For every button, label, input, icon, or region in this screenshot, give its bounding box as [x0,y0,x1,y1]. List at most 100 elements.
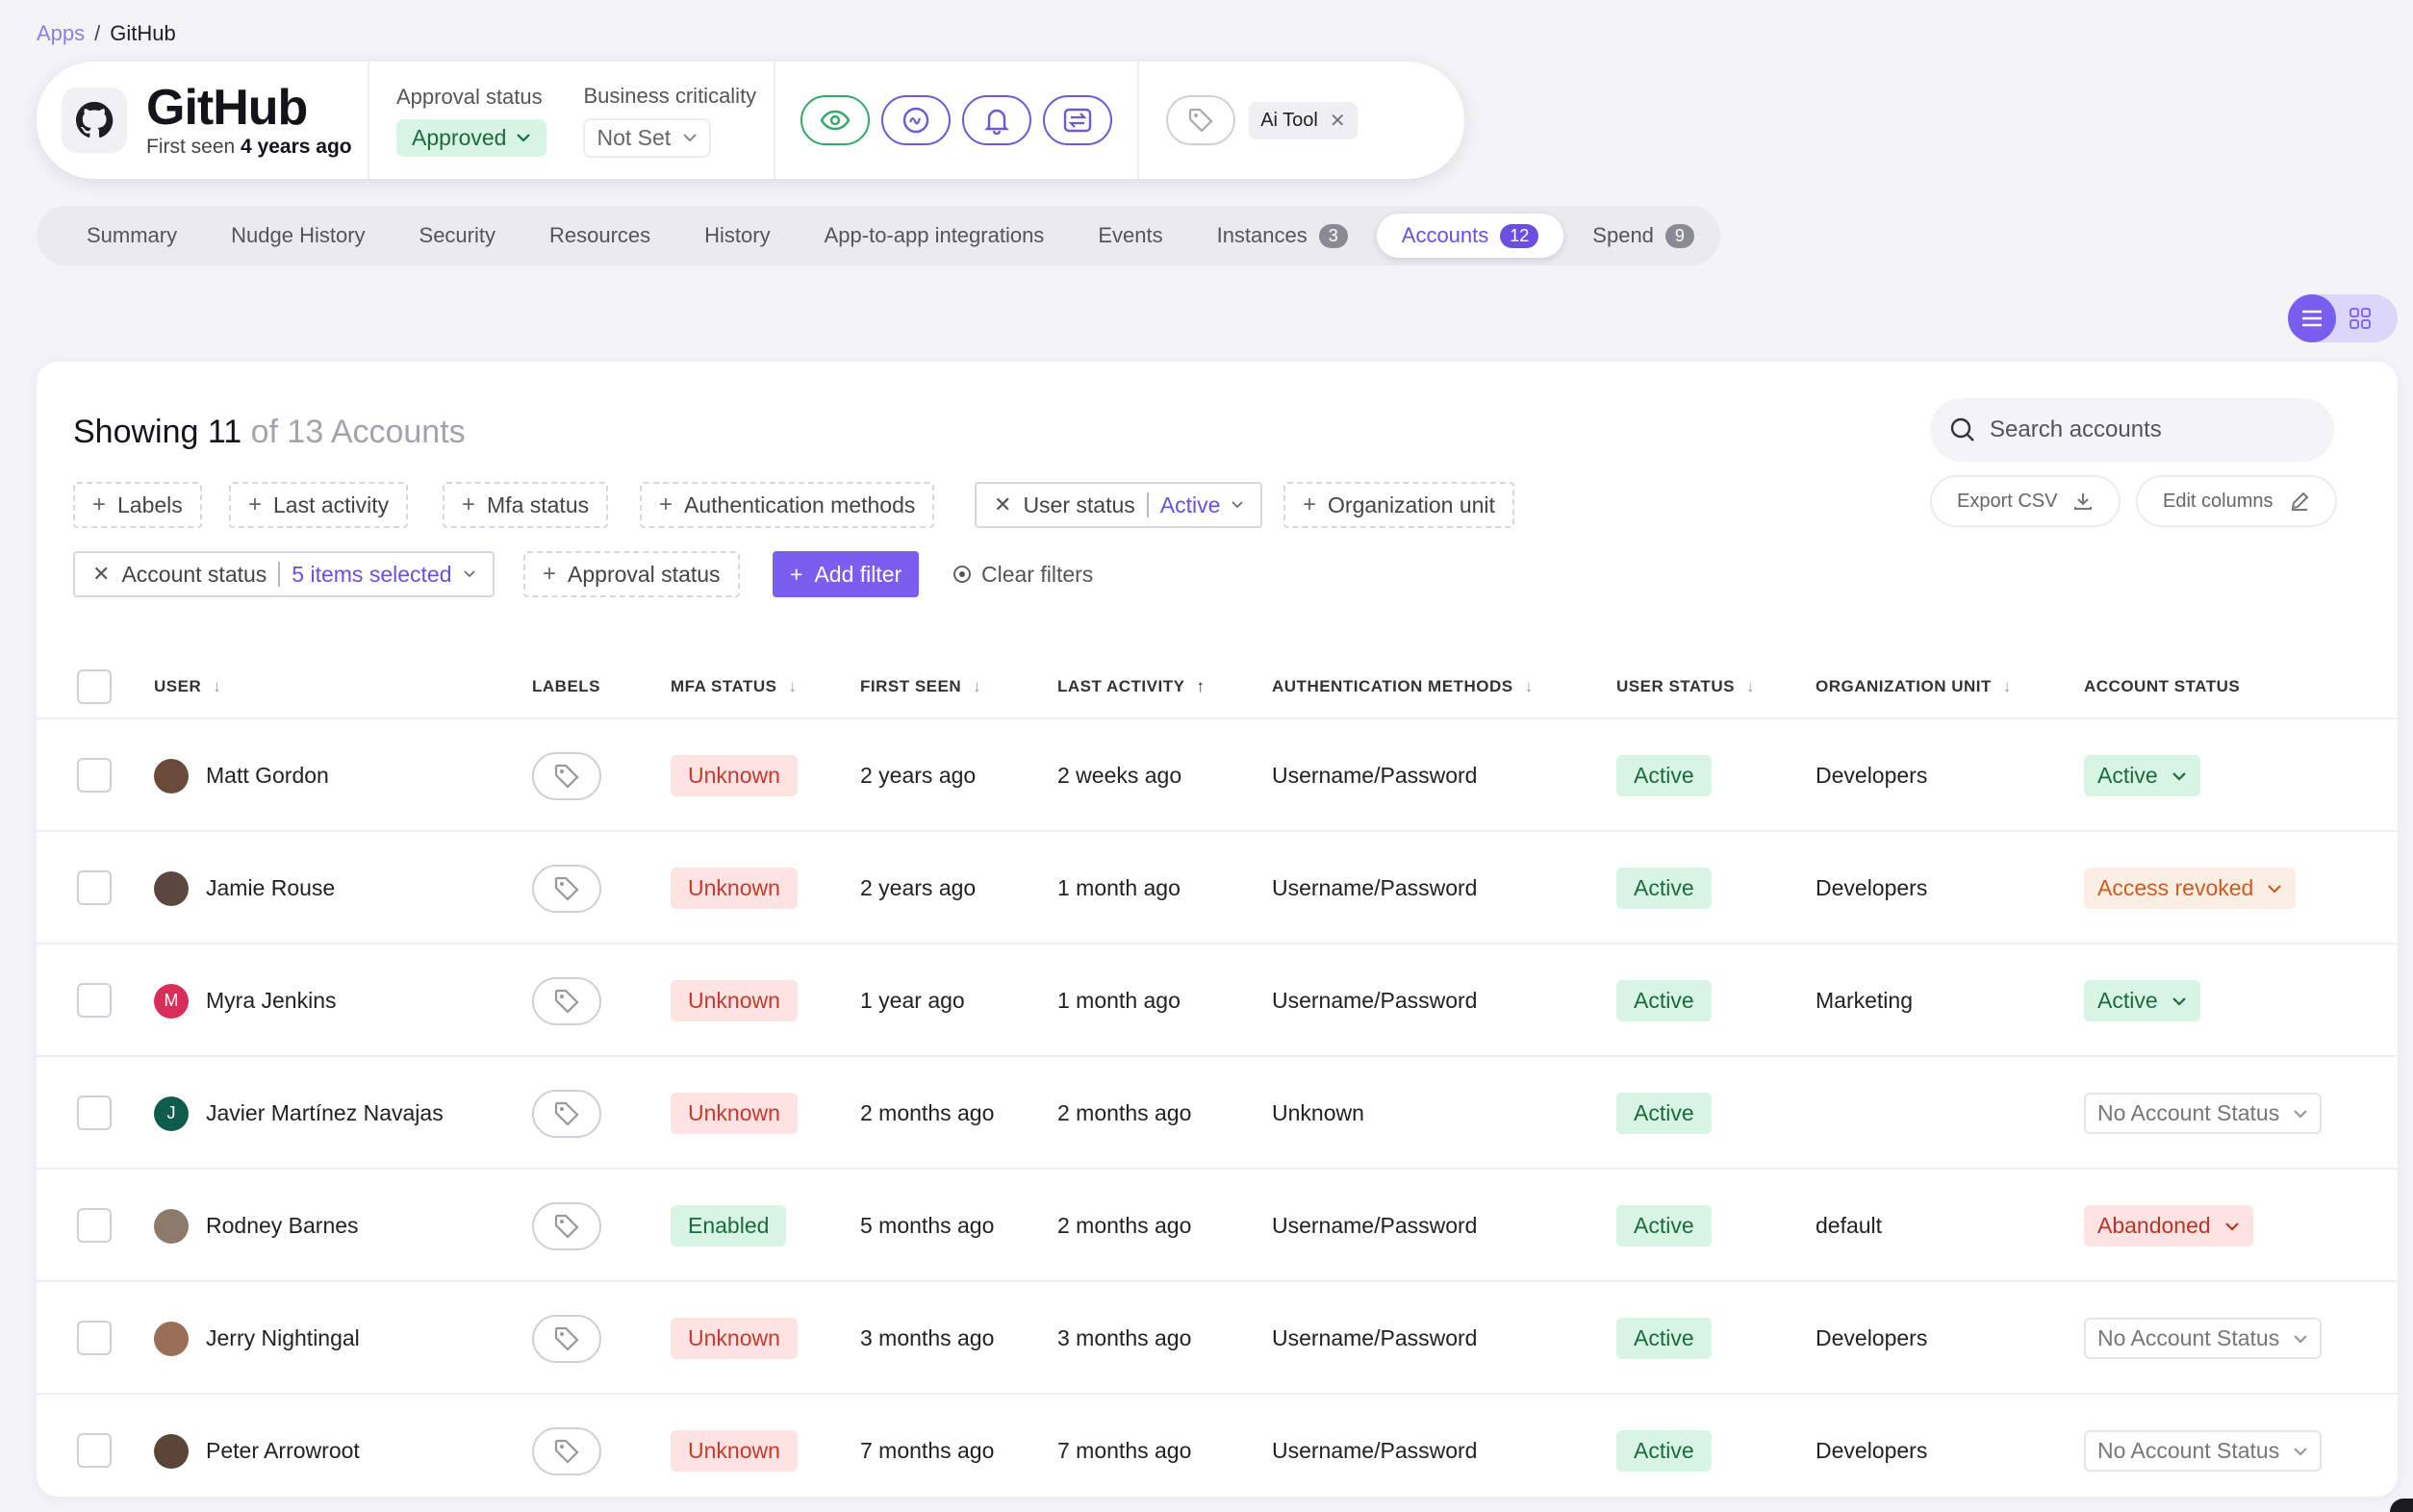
column-label: LAST ACTIVITY [1057,677,1185,695]
tab-nudge-history[interactable]: Nudge History [206,214,390,258]
user-name[interactable]: Myra Jenkins [206,988,336,1014]
account-status-dropdown[interactable]: Active [2084,980,2200,1021]
filter-labels[interactable]: + Labels [73,482,202,528]
row-checkbox[interactable] [77,1433,112,1468]
tab-instances[interactable]: Instances 3 [1192,214,1373,258]
remove-filter-icon[interactable]: ✕ [994,492,1011,517]
clear-filters-button[interactable]: Clear filters [952,551,1093,597]
filter-approval-status[interactable]: + Approval status [523,551,740,597]
approval-status-dropdown[interactable]: Approved [396,118,547,157]
account-status-dropdown[interactable]: No Account Status [2084,1430,2323,1472]
edit-columns-button[interactable]: Edit columns [2136,475,2337,527]
add-label-button[interactable] [532,1426,601,1475]
select-all-checkbox[interactable] [77,669,112,704]
watch-button[interactable] [800,95,871,145]
column-label: LABELS [532,677,600,695]
user-status-cell: Active [1616,719,1712,832]
tab-security[interactable]: Security [394,214,521,258]
add-label-button[interactable] [532,1314,601,1363]
table-row[interactable]: Rodney Barnes Enabled 5 months ago 2 months… [37,1170,2398,1282]
account-status-dropdown[interactable]: No Account Status [2084,1093,2323,1134]
table-row[interactable]: M Myra Jenkins Unknown 1 year ago 1 month ag… [37,945,2398,1057]
remove-filter-icon[interactable]: ✕ [92,562,110,587]
tab-spend[interactable]: Spend 9 [1567,214,1719,258]
notify-button[interactable] [962,95,1032,145]
account-status-dropdown[interactable]: Access revoked [2084,868,2297,909]
tab-label: Summary [87,223,178,247]
mfa-cell: Unknown [671,1057,798,1170]
row-checkbox[interactable] [77,1208,112,1243]
row-checkbox[interactable] [77,983,112,1018]
sync-icon [1063,108,1092,133]
showing-prefix: Showing [73,414,199,450]
filter-label: Mfa status [487,491,590,517]
plus-icon: + [790,561,803,587]
user-status-badge: Active [1616,1205,1712,1247]
table-row[interactable]: Peter Arrowroot Unknown 7 months ago 7 mont… [37,1395,2398,1497]
labels-cell [532,719,601,832]
tab-app-integrations[interactable]: App-to-app integrations [800,214,1070,258]
account-status-dropdown[interactable]: Active [2084,755,2200,796]
add-label-button[interactable] [532,1201,601,1250]
row-checkbox[interactable] [77,1096,112,1130]
filter-org-unit[interactable]: + Organization unit [1283,482,1514,528]
add-label-button[interactable] [532,864,601,913]
filter-auth-methods[interactable]: + Authentication methods [640,482,935,528]
user-name[interactable]: Peter Arrowroot [206,1438,360,1464]
column-header-auth[interactable]: AUTHENTICATION METHODS ↓ [1272,677,1534,696]
user-status-cell: Active [1616,945,1712,1057]
tag-icon [552,987,581,1016]
add-tag-button[interactable] [1166,95,1236,145]
row-checkbox[interactable] [77,870,112,905]
column-header-user[interactable]: USER ↓ [154,677,221,696]
account-status-cell: No Account Status [2084,1395,2323,1497]
user-name[interactable]: Matt Gordon [206,763,329,789]
search-accounts-input[interactable]: Search accounts [1930,398,2334,462]
first-seen-cell: 1 year ago [860,988,965,1013]
table-row[interactable]: Jamie Rouse Unknown 2 years ago 1 month ago… [37,832,2398,945]
user-name[interactable]: Jerry Nightingal [206,1325,360,1351]
filter-last-activity[interactable]: + Last activity [229,482,409,528]
table-row[interactable]: J Javier Martínez Navajas Unknown 2 months … [37,1057,2398,1170]
comment-button[interactable] [881,95,952,145]
tab-label: Instances [1216,223,1308,247]
business-criticality-dropdown[interactable]: Not Set [583,117,712,158]
column-header-mfa[interactable]: MFA STATUS ↓ [671,677,797,696]
user-name[interactable]: Javier Martínez Navajas [206,1100,444,1126]
column-header-last-activity[interactable]: LAST ACTIVITY ↑ [1057,677,1205,696]
tab-events[interactable]: Events [1073,214,1187,258]
row-checkbox[interactable] [77,1321,112,1355]
add-label-button[interactable] [532,976,601,1025]
tab-history[interactable]: History [679,214,795,258]
avatar-initial: J [166,1103,176,1122]
user-name[interactable]: Rodney Barnes [206,1213,359,1239]
column-header-user-status[interactable]: USER STATUS ↓ [1616,677,1755,696]
table-row[interactable]: Jerry Nightingal Unknown 3 months ago 3 mon… [37,1282,2398,1395]
tab-summary[interactable]: Summary [62,214,202,258]
filter-account-status[interactable]: ✕ Account status 5 items selected [73,551,495,597]
plus-icon: + [92,491,107,517]
filter-user-status[interactable]: ✕ User status Active [975,482,1263,528]
sync-button[interactable] [1043,95,1113,145]
add-label-button[interactable] [532,751,601,800]
tab-resources[interactable]: Resources [524,214,675,258]
export-csv-button[interactable]: Export CSV [1930,475,2121,527]
breadcrumb-apps-link[interactable]: Apps [37,21,85,46]
column-header-first-seen[interactable]: FIRST SEEN ↓ [860,677,981,696]
grid-view-button[interactable] [2336,294,2384,342]
tab-accounts[interactable]: Accounts 12 [1376,214,1564,258]
row-checkbox[interactable] [77,758,112,793]
account-status-dropdown[interactable]: No Account Status [2084,1318,2323,1359]
remove-tag-icon[interactable]: ✕ [1330,109,1346,133]
column-header-org-unit[interactable]: ORGANIZATION UNIT ↓ [1816,677,2012,696]
table-row[interactable]: Matt Gordon Unknown 2 years ago 2 weeks ago… [37,719,2398,832]
add-label-button[interactable] [532,1089,601,1138]
list-view-button[interactable] [2288,294,2336,342]
avatar: J [154,1096,189,1131]
add-filter-button[interactable]: + Add filter [773,551,920,597]
plus-icon: + [543,561,557,587]
filter-mfa-status[interactable]: + Mfa status [443,482,609,528]
account-status-dropdown[interactable]: Abandoned [2084,1205,2253,1247]
user-name[interactable]: Jamie Rouse [206,875,335,901]
avatar: M [154,983,189,1019]
